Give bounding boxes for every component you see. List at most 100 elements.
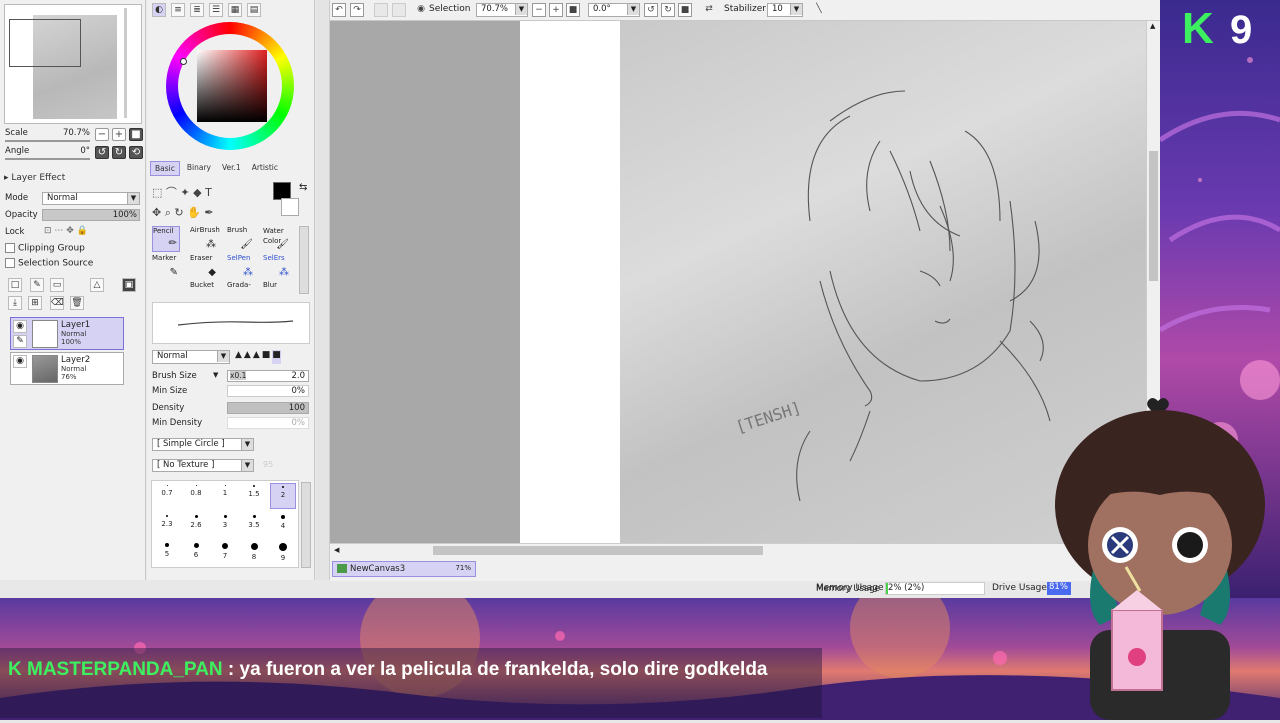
rotate-right-icon[interactable]: ↻: [661, 3, 675, 17]
zoom-out-button[interactable]: −: [532, 3, 546, 17]
preset-dot[interactable]: 2.3: [154, 515, 180, 528]
presets-scrollbar[interactable]: [301, 482, 311, 568]
tool-watercolor[interactable]: Water Color 🖌: [263, 226, 291, 252]
flip-horizontal-icon[interactable]: ⇄: [702, 3, 716, 17]
preset-dot[interactable]: 4: [270, 515, 296, 530]
navigator-view-frame[interactable]: [9, 19, 81, 67]
edge-full-icon[interactable]: ■: [272, 350, 281, 364]
saturation-value-square[interactable]: [197, 50, 267, 122]
palette-mode-icon[interactable]: ▦: [228, 3, 242, 17]
panel-splitter[interactable]: [316, 0, 330, 580]
preset-dot[interactable]: 3: [212, 515, 238, 529]
rotate-left-icon[interactable]: ↺: [644, 3, 658, 17]
rotate-reset-icon[interactable]: ■: [678, 3, 692, 17]
tool-eraser[interactable]: Eraser ◆: [190, 254, 218, 280]
zoom-reset-button[interactable]: ■: [129, 128, 143, 141]
scratchpad-mode-icon[interactable]: ▤: [247, 3, 261, 17]
zoom-reset-button[interactable]: ■: [566, 3, 580, 17]
rotate-reset-button[interactable]: ⟲: [129, 146, 143, 159]
color-wheel-mode-icon[interactable]: ◐: [152, 3, 166, 17]
zoom-in-button[interactable]: +: [112, 128, 126, 141]
rotate-left-button[interactable]: ↺: [95, 146, 109, 159]
delete-layer-icon[interactable]: 🗑: [70, 296, 84, 310]
tool-list-scrollbar[interactable]: [299, 226, 309, 294]
scroll-up-icon[interactable]: ▲: [1150, 22, 1155, 30]
tab-ver1[interactable]: Ver.1: [218, 161, 245, 176]
stabilizer-select[interactable]: 10 ▼: [767, 3, 803, 17]
preset-dot[interactable]: 7: [212, 543, 238, 560]
brush-edge-buttons[interactable]: ▲ ▲ ▲ ■ ■: [235, 350, 309, 364]
tool-brush[interactable]: Brush 🖌: [227, 226, 255, 252]
layer-row[interactable]: ◉ Layer2 Normal 76%: [10, 352, 124, 385]
magic-wand-icon[interactable]: ✦: [180, 186, 189, 199]
clipping-group-option[interactable]: Clipping Group: [5, 243, 85, 254]
brush-texture-select[interactable]: [ No Texture ] ▼: [152, 459, 254, 472]
hue-handle[interactable]: [180, 58, 187, 65]
preset-dot-selected[interactable]: 2: [270, 483, 296, 509]
preset-dot[interactable]: 1: [212, 485, 238, 497]
canvas-viewport[interactable]: [TENSH]: [330, 21, 1146, 543]
zoom-select[interactable]: 70.7% ▼: [476, 3, 528, 17]
rect-select-icon[interactable]: ⬚: [152, 186, 162, 199]
tab-basic[interactable]: Basic: [150, 161, 180, 176]
preset-dot[interactable]: 3.5: [241, 515, 267, 529]
new-vector-layer-icon[interactable]: ✎: [30, 278, 44, 292]
swap-colors-icon[interactable]: ⇆: [299, 182, 307, 193]
zoom-icon[interactable]: ⌕: [165, 206, 171, 219]
opacity-slider[interactable]: 100%: [42, 209, 140, 221]
rgb-slider-mode-icon[interactable]: ≡: [171, 3, 185, 17]
edge-hard-icon[interactable]: ▲: [253, 350, 260, 364]
lasso-icon[interactable]: ⌒: [166, 186, 177, 199]
navigator-scrollbar[interactable]: [124, 8, 127, 118]
density-slider[interactable]: 100: [227, 402, 309, 414]
min-density-slider[interactable]: 0%: [227, 417, 309, 429]
layer-mask-icon[interactable]: △: [90, 278, 104, 292]
visibility-eye-icon[interactable]: ◉: [13, 355, 27, 368]
preset-dot[interactable]: 8: [241, 543, 267, 561]
visibility-eye-icon[interactable]: ◉: [13, 320, 27, 333]
eyedropper-icon[interactable]: ✒: [204, 206, 213, 219]
rotate-right-button[interactable]: ↻: [112, 146, 126, 159]
selection-source-option[interactable]: Selection Source: [5, 258, 93, 269]
tool-airbrush[interactable]: AirBrush ⁂: [190, 226, 220, 252]
tool-selpen[interactable]: SelPen ⁂: [227, 254, 255, 280]
rotate-icon[interactable]: ↻: [174, 206, 183, 219]
preset-dot[interactable]: 9: [270, 543, 296, 562]
scale-slider[interactable]: [5, 140, 90, 142]
preset-dot[interactable]: 1.5: [241, 485, 267, 498]
chevron-down-icon[interactable]: ▼: [213, 371, 218, 379]
fill-icon[interactable]: ◆: [193, 186, 201, 199]
tool-pencil[interactable]: Pencil ✏: [152, 226, 180, 252]
merge-down-icon[interactable]: ⊞: [28, 296, 42, 310]
min-size-slider[interactable]: 0%: [227, 385, 309, 397]
background-color-swatch[interactable]: [281, 198, 299, 216]
tab-artistic[interactable]: Artistic: [248, 161, 282, 176]
edge-square-icon[interactable]: ■: [262, 350, 271, 364]
angle-slider[interactable]: [5, 158, 90, 160]
zoom-out-button[interactable]: −: [95, 128, 109, 141]
clipping-group-checkbox[interactable]: [5, 243, 15, 253]
blend-mode-select[interactable]: Normal ▼: [152, 350, 230, 364]
line-tool-icon[interactable]: ╲: [812, 3, 826, 17]
invert-selection-icon[interactable]: [392, 3, 406, 17]
text-tool-icon[interactable]: T: [205, 186, 212, 199]
transfer-down-icon[interactable]: ⤓: [8, 296, 22, 310]
canvas-tab[interactable]: NewCanvas3 71%: [332, 561, 476, 577]
selection-visibility-icon[interactable]: ◉: [414, 3, 428, 17]
new-layer-icon[interactable]: □: [8, 278, 22, 292]
zoom-in-button[interactable]: +: [549, 3, 563, 17]
brush-shape-select[interactable]: [ Simple Circle ] ▼: [152, 438, 254, 451]
new-folder-icon[interactable]: ▭: [50, 278, 64, 292]
horizontal-scrollbar[interactable]: ◀: [330, 543, 1146, 557]
hsv-slider-mode-icon[interactable]: ≣: [190, 3, 204, 17]
tab-binary[interactable]: Binary: [183, 161, 215, 176]
redo-icon[interactable]: ↷: [350, 3, 364, 17]
deselect-icon[interactable]: [374, 3, 388, 17]
rotation-select[interactable]: 0.0° ▼: [588, 3, 640, 17]
move-icon[interactable]: ✥: [152, 206, 161, 219]
edge-soft-icon[interactable]: ▲: [235, 350, 242, 364]
preset-dot[interactable]: 5: [154, 543, 180, 558]
layer-row[interactable]: ◉ ✎ Layer1 Normal 100%: [10, 317, 124, 350]
layer-settings-icon[interactable]: ▣: [122, 278, 136, 292]
navigator-thumbnail[interactable]: [4, 4, 142, 124]
